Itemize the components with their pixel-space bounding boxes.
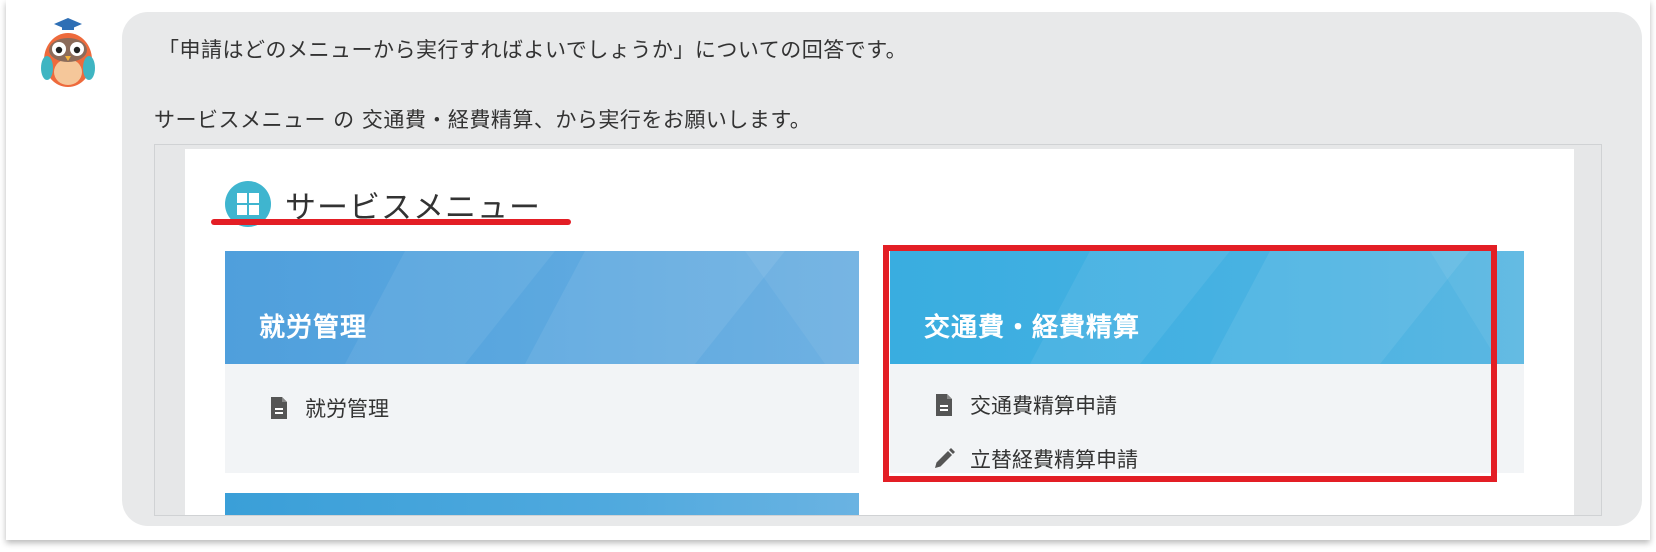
owl-mascot-icon [38, 14, 98, 94]
chat-message-bubble: 「申請はどのメニューから実行すればよいでしょうか」についての回答です。 サービス… [122, 12, 1642, 526]
card-title: 就労管理 [259, 313, 368, 343]
highlight-underline [211, 219, 571, 225]
highlight-box [883, 245, 1497, 482]
chat-window: 「申請はどのメニューから実行すればよいでしょうか」についての回答です。 サービス… [6, 0, 1650, 540]
answer-text: サービスメニュー の 交通費・経費精算、から実行をお願いします。 [154, 108, 812, 132]
menu-item-label: 就労管理 [305, 397, 389, 421]
service-menu-panel: サービスメニュー 就労管理 就労管理 交通費・経費精算 交通費精算申請 立替経費… [185, 149, 1574, 515]
menu-card-attendance[interactable]: 就労管理 就労管理 [225, 251, 859, 473]
document-icon [267, 395, 291, 421]
menu-item-attendance[interactable]: 就労管理 [267, 389, 389, 427]
embedded-screenshot: サービスメニュー 就労管理 就労管理 交通費・経費精算 交通費精算申請 立替経費… [154, 144, 1602, 516]
card-header: 就労管理 [225, 251, 859, 364]
answer-intro-text: 「申請はどのメニューから実行すればよいでしょうか」についての回答です。 [158, 38, 908, 62]
menu-card-partial [225, 493, 859, 515]
